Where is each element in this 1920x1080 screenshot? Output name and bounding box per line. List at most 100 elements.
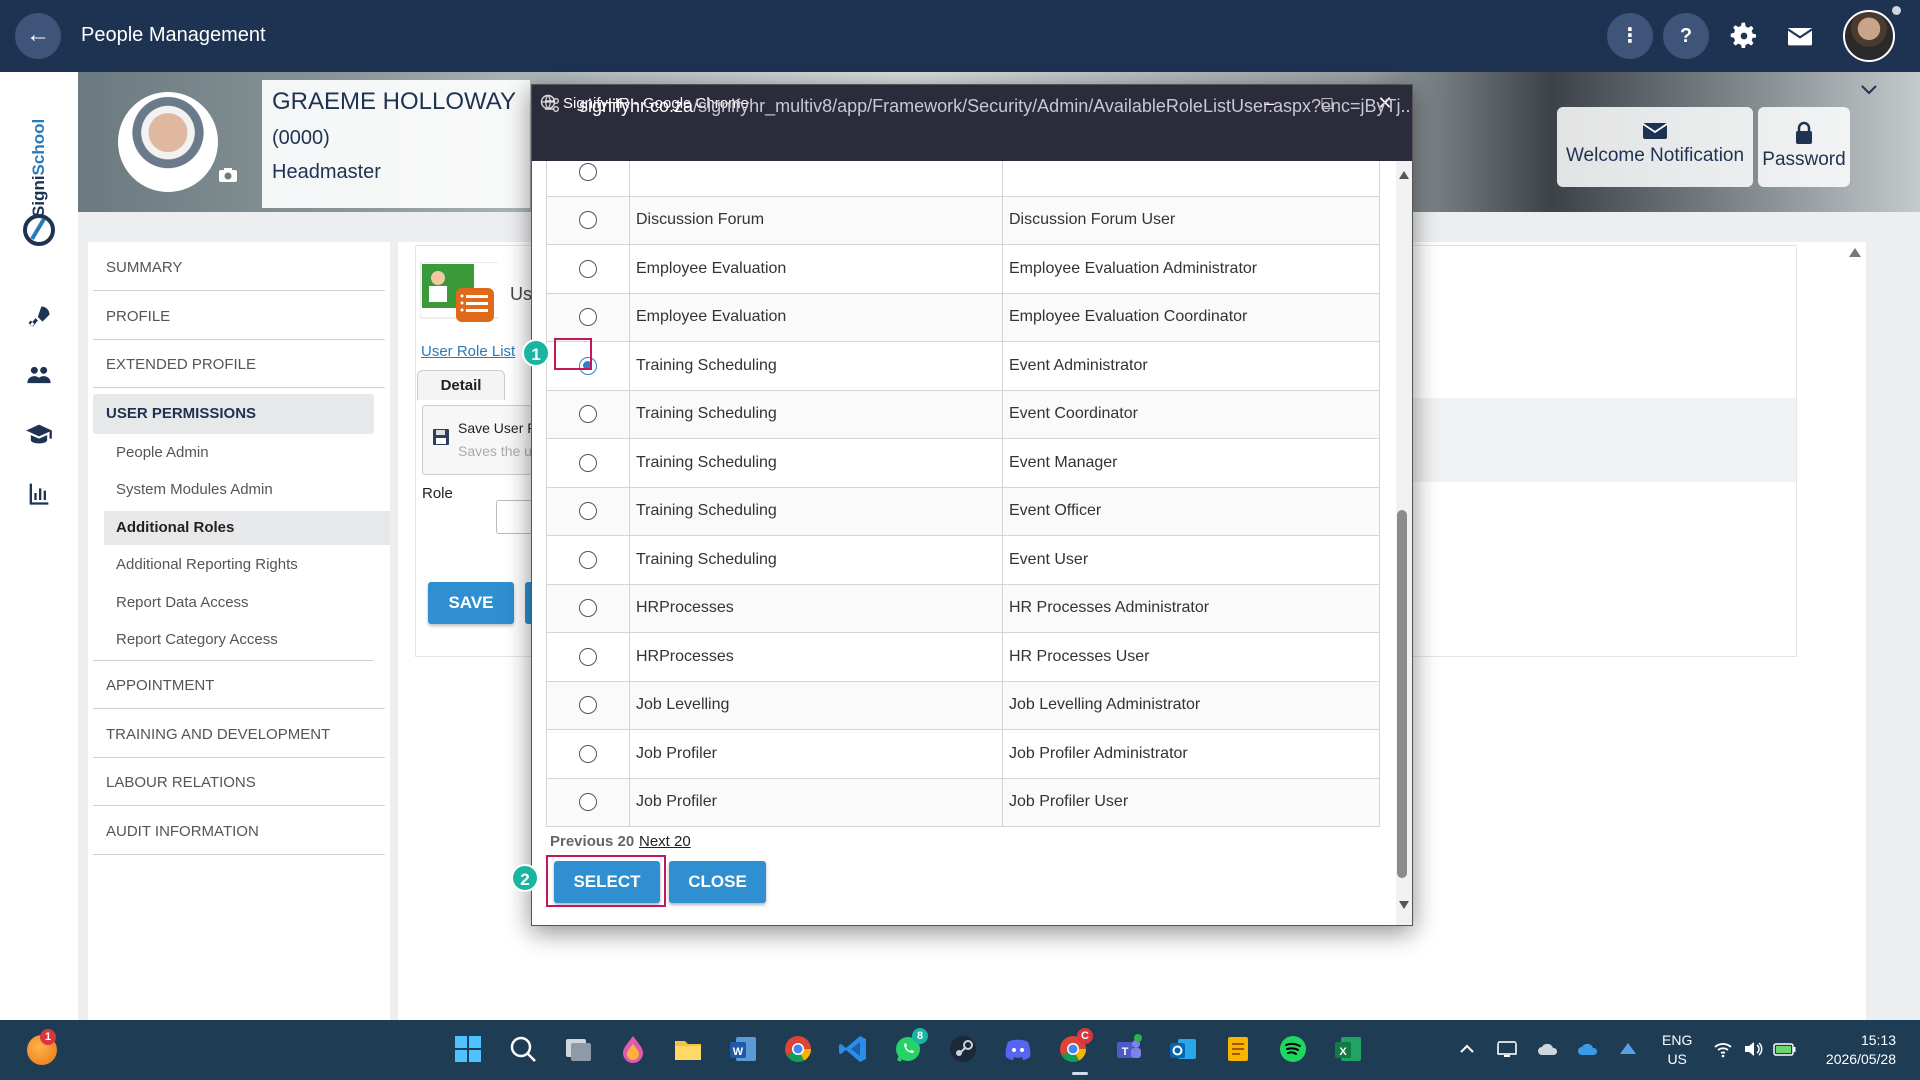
role-radio[interactable] — [579, 211, 597, 230]
role-input[interactable] — [496, 500, 536, 534]
site-info-icon[interactable] — [543, 97, 561, 113]
table-row[interactable]: Job Profiler Job Profiler Administrator — [546, 729, 1380, 779]
user-role-list-link[interactable]: User Role List — [421, 343, 515, 360]
role-radio[interactable] — [579, 502, 597, 521]
mail-icon[interactable] — [1784, 20, 1816, 52]
password-button[interactable]: Password — [1758, 107, 1850, 187]
volume-icon[interactable] — [1743, 1040, 1763, 1058]
role-radio[interactable] — [579, 162, 597, 181]
nav-audit-information[interactable]: AUDIT INFORMATION — [93, 809, 385, 855]
role-radio[interactable] — [579, 793, 597, 812]
role-radio[interactable] — [579, 550, 597, 569]
role-cell: HR Processes User — [1002, 632, 1380, 682]
chevron-down-icon[interactable] — [1860, 84, 1878, 96]
nav-sub-report-data-access[interactable]: Report Data Access — [104, 586, 390, 620]
word-icon[interactable]: W — [728, 1034, 758, 1064]
radio-cell — [546, 680, 630, 730]
table-row[interactable]: Employee Evaluation Employee Evaluation A… — [546, 244, 1380, 294]
user-avatar[interactable] — [1843, 10, 1895, 62]
task-view-icon[interactable] — [563, 1034, 593, 1064]
bar-chart-icon[interactable] — [25, 479, 53, 507]
role-radio[interactable] — [579, 308, 597, 327]
nav-appointment[interactable]: APPOINTMENT — [93, 663, 385, 709]
graduation-cap-icon[interactable] — [25, 420, 53, 448]
app-title: People Management — [81, 24, 266, 46]
role-radio[interactable] — [579, 259, 597, 278]
table-row[interactable] — [546, 161, 1380, 197]
close-button[interactable]: CLOSE — [669, 861, 766, 903]
nav-summary[interactable]: SUMMARY — [93, 245, 385, 291]
table-row[interactable]: Job Levelling Job Levelling Administrator — [546, 680, 1380, 730]
camera-icon[interactable] — [218, 167, 238, 183]
help-button[interactable]: ? — [1663, 13, 1709, 59]
nav-labour-relations[interactable]: LABOUR RELATIONS — [93, 760, 385, 806]
table-row[interactable]: Training Scheduling Event Administrator — [546, 341, 1380, 391]
teams-icon[interactable]: T — [1113, 1034, 1143, 1064]
radio-cell — [546, 195, 630, 245]
table-row[interactable]: Employee Evaluation Employee Evaluation C… — [546, 292, 1380, 342]
nav-user-permissions[interactable]: USER PERMISSIONS — [93, 394, 374, 434]
vpn-icon[interactable] — [1617, 1040, 1639, 1058]
outlook-icon[interactable] — [1168, 1034, 1198, 1064]
tab-detail[interactable]: Detail — [417, 370, 505, 400]
notes-icon[interactable] — [1223, 1034, 1253, 1064]
scroll-up-icon[interactable] — [1848, 246, 1862, 258]
more-options-button[interactable]: ⋮ — [1607, 13, 1653, 59]
scroll-down-arrow-icon[interactable] — [1399, 901, 1409, 909]
role-radio[interactable] — [579, 405, 597, 424]
table-row[interactable]: HRProcesses HR Processes User — [546, 632, 1380, 682]
gear-icon[interactable] — [1728, 20, 1760, 52]
nav-profile[interactable]: PROFILE — [93, 294, 385, 340]
profile-photo[interactable] — [118, 92, 218, 192]
popup-url[interactable]: signifyhr.co.za/signifyhr_multiv8/app/Fr… — [579, 96, 1412, 117]
module-cell: Training Scheduling — [629, 438, 1003, 488]
url-host: signifyhr.co.za — [579, 96, 694, 116]
table-row[interactable]: Training Scheduling Event Manager — [546, 438, 1380, 488]
search-icon[interactable] — [508, 1034, 538, 1064]
role-radio[interactable] — [579, 453, 597, 472]
chrome-icon[interactable] — [783, 1034, 813, 1064]
table-row[interactable]: Discussion Forum Discussion Forum User — [546, 195, 1380, 245]
popup-scroll-thumb[interactable] — [1397, 510, 1407, 878]
language-indicator[interactable]: ENG US — [1662, 1031, 1692, 1069]
table-row[interactable]: HRProcesses HR Processes Administrator — [546, 583, 1380, 633]
steam-icon[interactable] — [948, 1034, 978, 1064]
chrome-profile-badge: C — [1077, 1028, 1093, 1044]
save-button[interactable]: SAVE — [428, 582, 514, 624]
role-radio[interactable] — [579, 599, 597, 618]
wifi-icon[interactable] — [1713, 1040, 1733, 1058]
table-row[interactable]: Training Scheduling Event User — [546, 535, 1380, 585]
vscode-icon[interactable] — [838, 1034, 868, 1064]
table-row[interactable]: Job Profiler Job Profiler User — [546, 777, 1380, 827]
nav-extended-profile[interactable]: EXTENDED PROFILE — [93, 342, 385, 388]
nav-training-and-development[interactable]: TRAINING AND DEVELOPMENT — [93, 712, 385, 758]
nav-sub-people-admin[interactable]: People Admin — [104, 436, 390, 470]
table-row[interactable]: Training Scheduling Event Coordinator — [546, 389, 1380, 439]
spotify-icon[interactable] — [1278, 1034, 1308, 1064]
nav-sub-report-category-access[interactable]: Report Category Access — [93, 623, 374, 661]
welcome-notification-button[interactable]: Welcome Notification — [1557, 107, 1753, 187]
cloud-sync-icon[interactable] — [1537, 1040, 1559, 1058]
role-radio[interactable] — [579, 744, 597, 763]
chevron-up-icon[interactable] — [1458, 1040, 1476, 1058]
people-icon[interactable] — [25, 361, 53, 389]
scroll-up-arrow-icon[interactable] — [1399, 171, 1409, 179]
nav-sub-additional-reporting-rights[interactable]: Additional Reporting Rights — [104, 548, 390, 582]
start-icon[interactable] — [453, 1034, 483, 1064]
discord-icon[interactable] — [1003, 1034, 1033, 1064]
role-radio[interactable] — [579, 647, 597, 666]
nav-sub-system-modules-admin[interactable]: System Modules Admin — [104, 473, 390, 507]
rocket-icon[interactable] — [25, 303, 53, 331]
file-explorer-icon[interactable] — [673, 1034, 703, 1064]
role-radio[interactable] — [579, 696, 597, 715]
display-icon[interactable] — [1497, 1040, 1517, 1058]
battery-icon[interactable] — [1773, 1040, 1797, 1058]
clock[interactable]: 15:13 2026/05/28 — [1812, 1031, 1896, 1069]
nav-sub-additional-roles[interactable]: Additional Roles — [104, 511, 390, 545]
table-row[interactable]: Training Scheduling Event Officer — [546, 486, 1380, 536]
paint-icon[interactable] — [618, 1034, 648, 1064]
onedrive-icon[interactable] — [1577, 1040, 1599, 1058]
back-button[interactable]: ← — [15, 13, 61, 59]
next-20-link[interactable]: Next 20 — [639, 833, 691, 850]
excel-icon[interactable]: X — [1333, 1034, 1363, 1064]
